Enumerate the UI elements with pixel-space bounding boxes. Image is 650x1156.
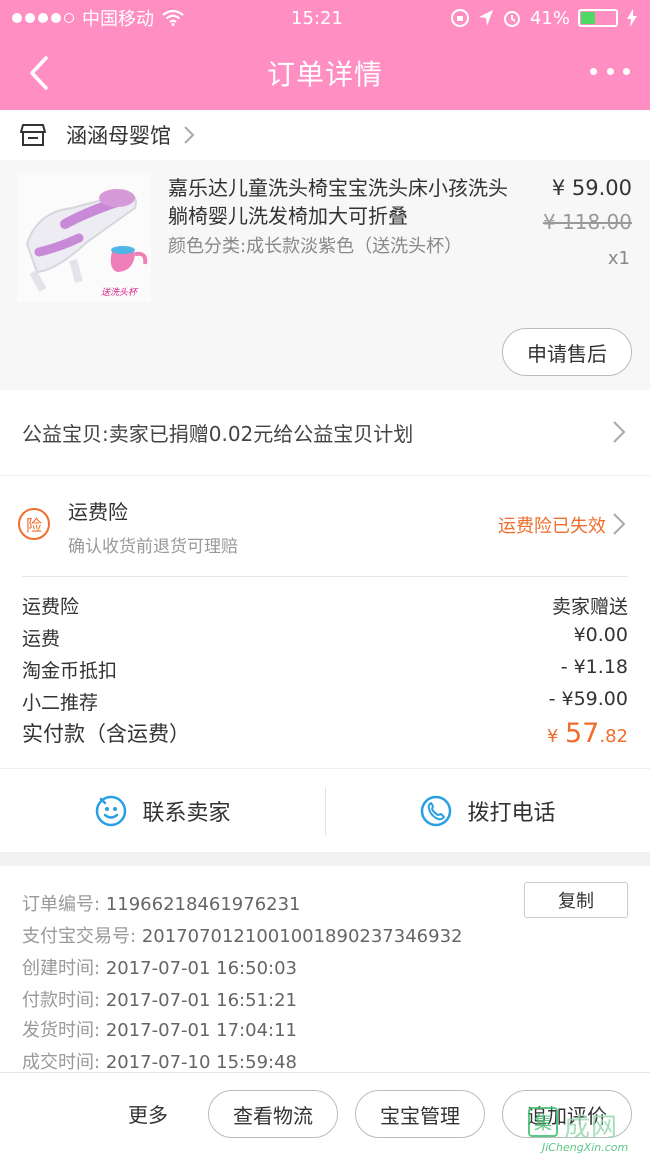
- paid-time: 2017-07-01 16:51:21: [105, 990, 297, 1011]
- fee-row: 小二推荐 - ¥59.00: [22, 688, 628, 715]
- fee-label: 运费险: [22, 596, 80, 618]
- contact-seller-button[interactable]: 联系卖家: [0, 769, 325, 853]
- order-info: 订单编号: 11966218461976231 复制 支付宝交易号: 20170…: [0, 866, 650, 1074]
- total-decimal: .82: [599, 726, 628, 747]
- watermark-text: 成网: [564, 1113, 619, 1143]
- charity-row[interactable]: 公益宝贝:卖家已捐赠0.02元给公益宝贝计划: [0, 390, 650, 476]
- view-logistics-button[interactable]: 查看物流: [208, 1090, 338, 1138]
- contact-seller-label: 联系卖家: [142, 801, 231, 826]
- top-bar: 中国移动 15:21 41% 订单详情: [0, 0, 650, 110]
- carrier-label: 中国移动: [82, 9, 154, 30]
- info-label: 创建时间:: [22, 958, 101, 979]
- contact-bar: 联系卖家 拨打电话: [0, 768, 650, 852]
- charity-text: 公益宝贝:卖家已捐赠0.02元给公益宝贝计划: [22, 422, 414, 446]
- insurance-status: 运费险已失效: [498, 516, 606, 537]
- product-quantity: x1: [607, 248, 630, 269]
- product-image[interactable]: 送洗头杯: [17, 172, 151, 302]
- back-arrow-icon[interactable]: [22, 52, 56, 94]
- info-label: 支付宝交易号:: [22, 926, 137, 947]
- total-value: ¥ 57.82: [547, 718, 628, 749]
- charging-icon: [626, 9, 637, 27]
- fee-label: 淘金币抵扣: [22, 660, 118, 682]
- product-sku: 颜色分类:成长款淡紫色（送洗头杯）: [168, 236, 463, 257]
- location-icon: [478, 10, 493, 26]
- created-time-row: 创建时间: 2017-07-01 16:50:03: [22, 954, 297, 980]
- chevron-right-icon: [184, 126, 195, 144]
- shop-name: 涵涵母婴馆: [66, 124, 171, 148]
- shipped-time: 2017-07-01 17:04:11: [105, 1020, 297, 1041]
- wifi-icon: [162, 10, 184, 26]
- page-title: 订单详情: [266, 58, 383, 91]
- info-label: 发货时间:: [22, 1020, 101, 1041]
- chat-face-icon: [96, 795, 127, 827]
- bottom-action-bar: 更多 查看物流 宝宝管理 追加评价 集 成网 JiChengXin.com: [0, 1072, 650, 1156]
- product-card[interactable]: 送洗头杯 嘉乐达儿童洗头椅宝宝洗头床小孩洗头躺椅婴儿洗发椅加大可折叠 颜色分类:…: [0, 160, 650, 390]
- divider: [22, 576, 628, 577]
- completed-time: 2017-07-10 15:59:48: [105, 1052, 297, 1073]
- insurance-icon: 险: [18, 508, 50, 540]
- baby-management-button[interactable]: 宝宝管理: [355, 1090, 485, 1138]
- info-label: 订单编号:: [22, 894, 101, 915]
- total-row: 实付款（含运费） ¥ 57.82: [22, 718, 628, 749]
- alipay-trade-row: 支付宝交易号: 2017070121001001890237346932: [22, 922, 462, 948]
- total-integer: 57: [565, 718, 600, 749]
- info-label: 成交时间:: [22, 1052, 101, 1073]
- clock-label: 15:21: [291, 7, 343, 29]
- fee-row: 运费险 卖家赠送: [22, 592, 628, 619]
- fee-summary: 运费险 卖家赠送 运费 ¥0.00 淘金币抵扣 - ¥1.18 小二推荐 - ¥…: [0, 576, 650, 768]
- completed-time-row: 成交时间: 2017-07-10 15:59:48: [22, 1048, 297, 1074]
- status-bar: 中国移动 15:21 41%: [0, 0, 650, 36]
- call-phone-label: 拨打电话: [467, 801, 556, 826]
- more-button[interactable]: 更多: [128, 1099, 168, 1128]
- image-caption: 送洗头杯: [101, 287, 139, 298]
- shipped-time-row: 发货时间: 2017-07-01 17:04:11: [22, 1016, 297, 1042]
- battery-icon: [577, 9, 618, 27]
- shop-icon: [20, 124, 46, 146]
- alipay-trade-number: 2017070121001001890237346932: [141, 926, 463, 947]
- chevron-right-icon: [613, 421, 626, 443]
- fee-row: 淘金币抵扣 - ¥1.18: [22, 656, 628, 683]
- watermark-box: 集: [528, 1107, 558, 1137]
- shipping-insurance-row[interactable]: 险 运费险 确认收货前退货可理赔 运费险已失效: [0, 476, 650, 576]
- paid-time-row: 付款时间: 2017-07-01 16:51:21: [22, 986, 297, 1012]
- fee-value: - ¥1.18: [560, 656, 628, 678]
- info-label: 付款时间:: [22, 990, 101, 1011]
- total-currency: ¥: [546, 726, 559, 747]
- created-time: 2017-07-01 16:50:03: [105, 958, 297, 979]
- call-phone-button[interactable]: 拨打电话: [325, 769, 650, 853]
- watermark-logo: 集 成网 JiChengXin.com: [528, 1103, 646, 1156]
- shop-row[interactable]: 涵涵母婴馆: [0, 110, 650, 160]
- order-number: 11966218461976231: [105, 894, 301, 915]
- nav-bar: 订单详情: [0, 36, 650, 110]
- fee-value: 卖家赠送: [551, 596, 628, 618]
- alarm-icon: [503, 11, 520, 27]
- total-label: 实付款（含运费）: [22, 722, 190, 746]
- divider: [325, 787, 326, 835]
- fee-label: 运费: [22, 628, 61, 650]
- product-title[interactable]: 嘉乐达儿童洗头椅宝宝洗头床小孩洗头躺椅婴儿洗发椅加大可折叠: [168, 174, 518, 230]
- insurance-subtitle: 确认收货前退货可理赔: [68, 537, 238, 557]
- more-options-icon[interactable]: [590, 56, 630, 86]
- chevron-right-icon: [613, 513, 626, 535]
- fee-label: 小二推荐: [22, 692, 99, 714]
- battery-percent: 41%: [529, 7, 570, 29]
- rotation-lock-icon: [450, 9, 469, 27]
- copy-button[interactable]: 复制: [524, 882, 628, 918]
- fee-row: 运费 ¥0.00: [22, 624, 628, 651]
- order-number-row: 订单编号: 11966218461976231: [22, 890, 301, 916]
- fee-value: ¥0.00: [573, 624, 628, 646]
- product-price: ¥ 59.00: [551, 176, 632, 200]
- phone-icon: [421, 795, 452, 827]
- product-original-price: ¥ 118.00: [542, 210, 632, 234]
- fee-value: - ¥59.00: [548, 688, 628, 710]
- signal-icon: [12, 13, 74, 23]
- watermark-url: JiChengXin.com: [542, 1141, 629, 1154]
- after-sale-button[interactable]: 申请售后: [502, 328, 632, 376]
- insurance-title: 运费险: [68, 500, 128, 524]
